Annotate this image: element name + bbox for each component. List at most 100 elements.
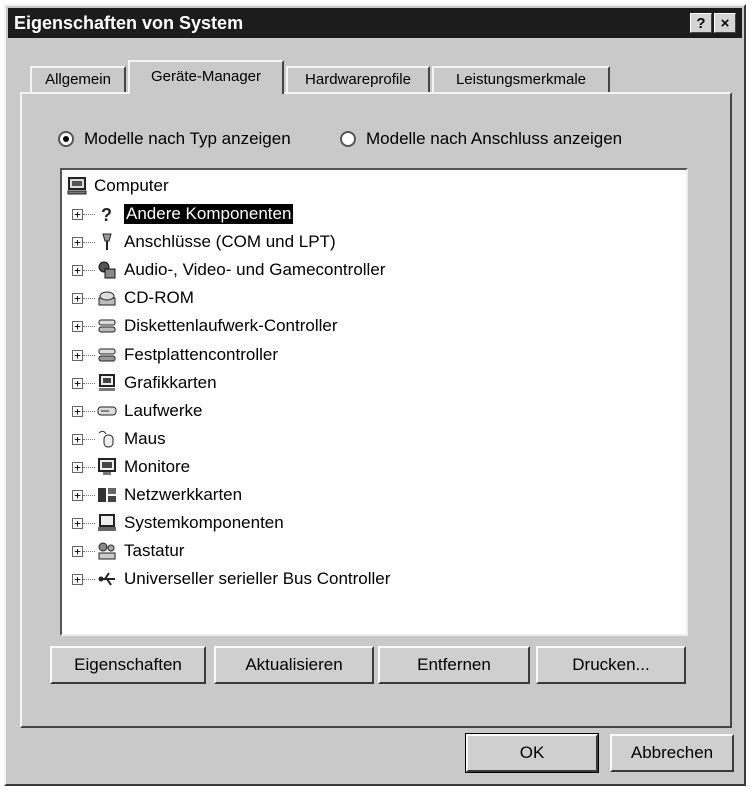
port-connector-icon (96, 231, 118, 253)
expand-toggle[interactable]: + (72, 434, 83, 445)
ok-button[interactable]: OK (465, 733, 599, 773)
radio-by-type-label: Modelle nach Typ anzeigen (84, 129, 291, 148)
tree-item[interactable]: Laufwerke (96, 399, 202, 423)
tree-connector (83, 467, 95, 469)
cancel-button-label: Abbrechen (630, 743, 714, 762)
tree-item-label: Grafikkarten (124, 373, 217, 392)
tree-item[interactable]: Tastatur (96, 539, 184, 563)
expand-toggle[interactable]: + (72, 209, 83, 220)
title-bar[interactable]: Eigenschaften von System ? × (8, 8, 742, 38)
tree-root-computer[interactable]: Computer (66, 174, 169, 198)
expand-toggle[interactable]: + (72, 265, 83, 276)
tree-item-label: Netzwerkkarten (124, 485, 243, 504)
tab-allgemein[interactable]: Allgemein (30, 66, 126, 92)
tree-connector (83, 439, 95, 441)
tree-item[interactable]: Grafikkarten (96, 371, 217, 395)
system-device-icon (96, 512, 118, 534)
print-button-label: Drucken... (572, 655, 650, 674)
display-adapter-icon (96, 372, 118, 394)
tree-item-label: Laufwerke (124, 401, 203, 420)
tree-connector (83, 214, 95, 216)
tree-connector (83, 579, 95, 581)
tree-item-label: Audio-, Video- und Gamecontroller (124, 260, 386, 279)
hard-disk-controller-icon (96, 344, 118, 366)
tree-item[interactable]: ? Andere Komponenten (96, 202, 294, 226)
properties-button-label: Eigenschaften (74, 655, 182, 674)
tree-item[interactable]: Universeller serieller Bus Controller (96, 567, 390, 591)
tree-item[interactable]: Diskettenlaufwerk-Controller (96, 314, 338, 338)
window-title: Eigenschaften von System (14, 13, 244, 33)
tree-item[interactable]: Systemkomponenten (96, 511, 284, 535)
tree-item-label: Maus (124, 429, 166, 448)
tree-connector (83, 411, 95, 413)
print-button[interactable]: Drucken... (536, 646, 686, 684)
ok-button-label: OK (519, 743, 545, 762)
refresh-button-label: Aktualisieren (245, 655, 343, 674)
tree-item[interactable]: Netzwerkkarten (96, 483, 242, 507)
tree-item-label: Systemkomponenten (124, 513, 284, 532)
tree-item[interactable]: Audio-, Video- und Gamecontroller (96, 258, 385, 282)
tab-hardwareprofile[interactable]: Hardwareprofile (286, 66, 430, 92)
radio-by-connection-label: Modelle nach Anschluss anzeigen (366, 129, 623, 148)
tree-item[interactable]: Maus (96, 427, 166, 451)
expand-toggle[interactable]: + (72, 293, 83, 304)
help-button[interactable]: ? (690, 13, 712, 33)
device-tree[interactable]: Computer +? Andere Komponenten + Anschlüsse… (60, 168, 688, 636)
tree-item-label: Monitore (124, 457, 191, 476)
tree-item-label: Diskettenlaufwerk-Controller (124, 316, 338, 335)
tab-leistungsmerkmale[interactable]: Leistungsmerkmale (432, 66, 610, 92)
expand-toggle[interactable]: + (72, 490, 83, 501)
computer-icon (66, 175, 88, 197)
tab-geraete-manager[interactable]: Geräte-Manager (128, 60, 284, 94)
question-mark-icon: ? (96, 203, 118, 225)
tree-item-label: Universeller serieller Bus Controller (124, 569, 391, 588)
tree-item[interactable]: Monitore (96, 455, 190, 479)
expand-toggle[interactable]: + (72, 237, 83, 248)
tree-item-label: Anschlüsse (COM und LPT) (124, 232, 336, 251)
tree-connector (83, 270, 95, 272)
radio-by-connection[interactable]: Modelle nach Anschluss anzeigen (340, 128, 622, 150)
refresh-button[interactable]: Aktualisieren (214, 646, 374, 684)
expand-toggle[interactable]: + (72, 321, 83, 332)
tree-connector (83, 523, 95, 525)
drive-icon (96, 400, 118, 422)
tree-connector (83, 242, 95, 244)
network-card-icon (96, 484, 118, 506)
radio-by-type-control[interactable] (58, 131, 74, 147)
expand-toggle[interactable]: + (72, 406, 83, 417)
radio-by-type[interactable]: Modelle nach Typ anzeigen (58, 128, 291, 150)
cdrom-icon (96, 287, 118, 309)
usb-icon (96, 568, 118, 590)
tree-connector (83, 326, 95, 328)
tree-connector (83, 298, 95, 300)
close-button[interactable]: × (714, 13, 736, 33)
tree-item[interactable]: Festplattencontroller (96, 343, 278, 367)
tree-item-label: Festplattencontroller (124, 345, 279, 364)
tree-connector (83, 495, 95, 497)
svg-text:?: ? (101, 205, 112, 224)
radio-by-connection-control[interactable] (340, 131, 356, 147)
tree-item[interactable]: CD-ROM (96, 286, 194, 310)
expand-toggle[interactable]: + (72, 462, 83, 473)
expand-toggle[interactable]: + (72, 518, 83, 529)
tree-connector (83, 355, 95, 357)
keyboard-icon (96, 540, 118, 562)
tree-item[interactable]: Anschlüsse (COM und LPT) (96, 230, 336, 254)
properties-button[interactable]: Eigenschaften (50, 646, 206, 684)
system-properties-window: Eigenschaften von System ? × Allgemein G… (4, 4, 746, 786)
expand-toggle[interactable]: + (72, 350, 83, 361)
cancel-button[interactable]: Abbrechen (610, 734, 734, 772)
expand-toggle[interactable]: + (72, 546, 83, 557)
tree-item-label: CD-ROM (124, 288, 194, 307)
remove-button-label: Entfernen (417, 655, 491, 674)
tree-item-label: Tastatur (124, 541, 185, 560)
remove-button[interactable]: Entfernen (378, 646, 530, 684)
expand-toggle[interactable]: + (72, 574, 83, 585)
floppy-controller-icon (96, 315, 118, 337)
monitor-icon (96, 456, 118, 478)
tree-root-label: Computer (94, 176, 169, 195)
tree-connector (83, 383, 95, 385)
tree-item-label: Andere Komponenten (124, 204, 294, 224)
expand-toggle[interactable]: + (72, 378, 83, 389)
tree-connector (83, 551, 95, 553)
